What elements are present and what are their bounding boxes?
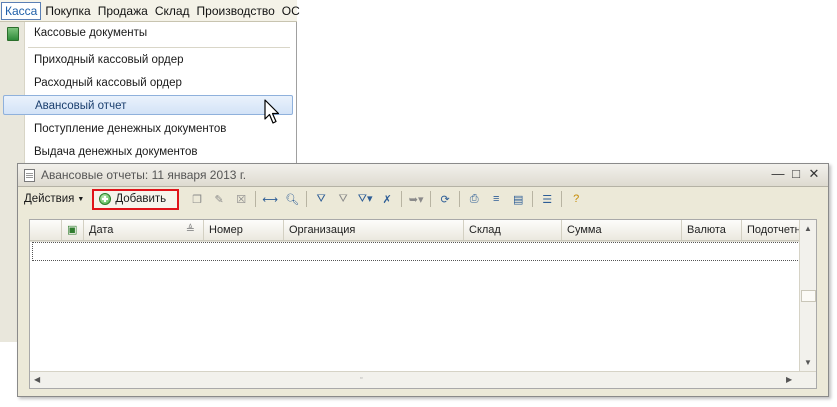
window-title: Авансовые отчеты: 11 января 2013 г. <box>41 168 247 182</box>
column-currency[interactable]: Валюта <box>682 220 742 240</box>
help-icon[interactable]: ? <box>568 191 584 207</box>
window-titlebar: Авансовые отчеты: 11 января 2013 г. — □ … <box>18 164 828 187</box>
toolbar-separator <box>401 191 403 207</box>
scroll-right-icon[interactable]: ▶ <box>786 375 792 384</box>
document-list-icon <box>24 168 35 182</box>
menu-item-advance-report[interactable]: Авансовый отчет <box>3 95 293 115</box>
menu-item-receipt-monetary-docs[interactable]: Поступление денежных документов <box>24 119 290 139</box>
clear-filter-icon[interactable]: ✗ <box>379 191 395 207</box>
scrollbar-thumb[interactable] <box>801 290 816 302</box>
list-settings-icon[interactable]: ☰ <box>539 191 555 207</box>
column-number[interactable]: Номер <box>204 220 284 240</box>
filter-icon[interactable]: ⛛ <box>313 191 329 207</box>
add-button[interactable]: Добавить <box>92 188 180 210</box>
refresh-icon[interactable]: ⟳ <box>437 191 453 207</box>
mouse-pointer-icon <box>264 99 280 124</box>
actions-label: Действия <box>24 193 75 205</box>
scroll-down-icon[interactable]: ▼ <box>804 358 812 367</box>
scrollbar-grip-icon: ▫ <box>360 375 363 382</box>
menu-sklad[interactable]: Склад <box>152 2 193 20</box>
column-warehouse[interactable]: Склад <box>464 220 562 240</box>
advance-reports-window: Авансовые отчеты: 11 января 2013 г. — □ … <box>17 163 829 397</box>
maximize-button[interactable]: □ <box>789 167 803 181</box>
toolbar-separator <box>561 191 563 207</box>
menu-proizvodstvo[interactable]: Производство <box>194 2 278 20</box>
table-header: ▣ Дата ≜ Номер Организация Склад Сумма В… <box>30 220 802 241</box>
minimize-button[interactable]: — <box>771 167 785 181</box>
column-status-icon[interactable]: ▣ <box>62 220 84 240</box>
column-amount[interactable]: Сумма <box>562 220 682 240</box>
vertical-scrollbar[interactable]: ▲ ▼ <box>799 220 816 372</box>
journal-entries-icon[interactable]: ≡ <box>488 191 504 207</box>
menu-os[interactable]: ОС <box>279 2 303 20</box>
find-icon[interactable]: 🔍︎ <box>284 191 300 207</box>
toolbar-separator <box>255 191 257 207</box>
menubar: Касса Покупка Продажа Склад Производство… <box>0 0 300 22</box>
toolbar-separator <box>459 191 461 207</box>
menu-kassa[interactable]: Касса <box>1 1 42 20</box>
list-toolbar: Действия ▼ Добавить ❐ ✎ ☒ ⟷ 🔍︎ ⛛ ⛛ ⛛▾ ✗ … <box>20 187 826 211</box>
menu-separator <box>28 47 290 48</box>
column-date-label: Дата <box>89 224 114 236</box>
add-icon <box>99 193 112 205</box>
toolbar-separator <box>306 191 308 207</box>
edit-icon[interactable]: ✎ <box>211 191 227 207</box>
chevron-down-icon: ▼ <box>77 195 85 203</box>
menu-item-outgoing-cash-order[interactable]: Расходный кассовый ордер <box>24 73 290 93</box>
filter-by-value-icon[interactable]: ⛛ <box>335 191 351 207</box>
print-icon[interactable]: ⎙ <box>466 191 482 207</box>
sort-ascending-icon: ≜ <box>185 224 195 236</box>
menu-item-incoming-cash-order[interactable]: Приходный кассовый ордер <box>24 50 290 70</box>
horizontal-scrollbar[interactable]: ◀ ▫ ▶ <box>30 371 816 388</box>
toolbar-separator <box>430 191 432 207</box>
column-organization[interactable]: Организация <box>284 220 464 240</box>
copy-icon[interactable]: ❐ <box>189 191 205 207</box>
add-label: Добавить <box>115 193 167 205</box>
close-button[interactable]: ✕ <box>807 167 821 181</box>
cash-documents-icon <box>7 27 19 41</box>
delete-icon[interactable]: ☒ <box>233 191 249 207</box>
column-accountable[interactable]: Подотчетн... <box>742 220 802 240</box>
menu-prodazha[interactable]: Продажа <box>95 2 151 20</box>
menu-item-issue-monetary-docs[interactable]: Выдача денежных документов <box>24 142 290 162</box>
scroll-left-icon[interactable]: ◀ <box>34 375 40 384</box>
report-icon[interactable]: ▤ <box>510 191 526 207</box>
column-marker <box>30 220 62 240</box>
based-on-icon[interactable]: ➥▾ <box>408 191 424 207</box>
interval-icon[interactable]: ⟷ <box>262 191 278 207</box>
menu-item-cash-documents[interactable]: Кассовые документы <box>24 23 290 43</box>
table-row[interactable] <box>32 242 800 261</box>
column-date[interactable]: Дата ≜ <box>84 220 204 240</box>
menu-pokupka[interactable]: Покупка <box>42 2 93 20</box>
documents-table: ▣ Дата ≜ Номер Организация Склад Сумма В… <box>29 219 817 389</box>
actions-menu-button[interactable]: Действия ▼ <box>20 193 88 205</box>
toolbar-separator <box>532 191 534 207</box>
scroll-up-icon[interactable]: ▲ <box>804 224 812 233</box>
filter-history-icon[interactable]: ⛛▾ <box>357 191 373 207</box>
